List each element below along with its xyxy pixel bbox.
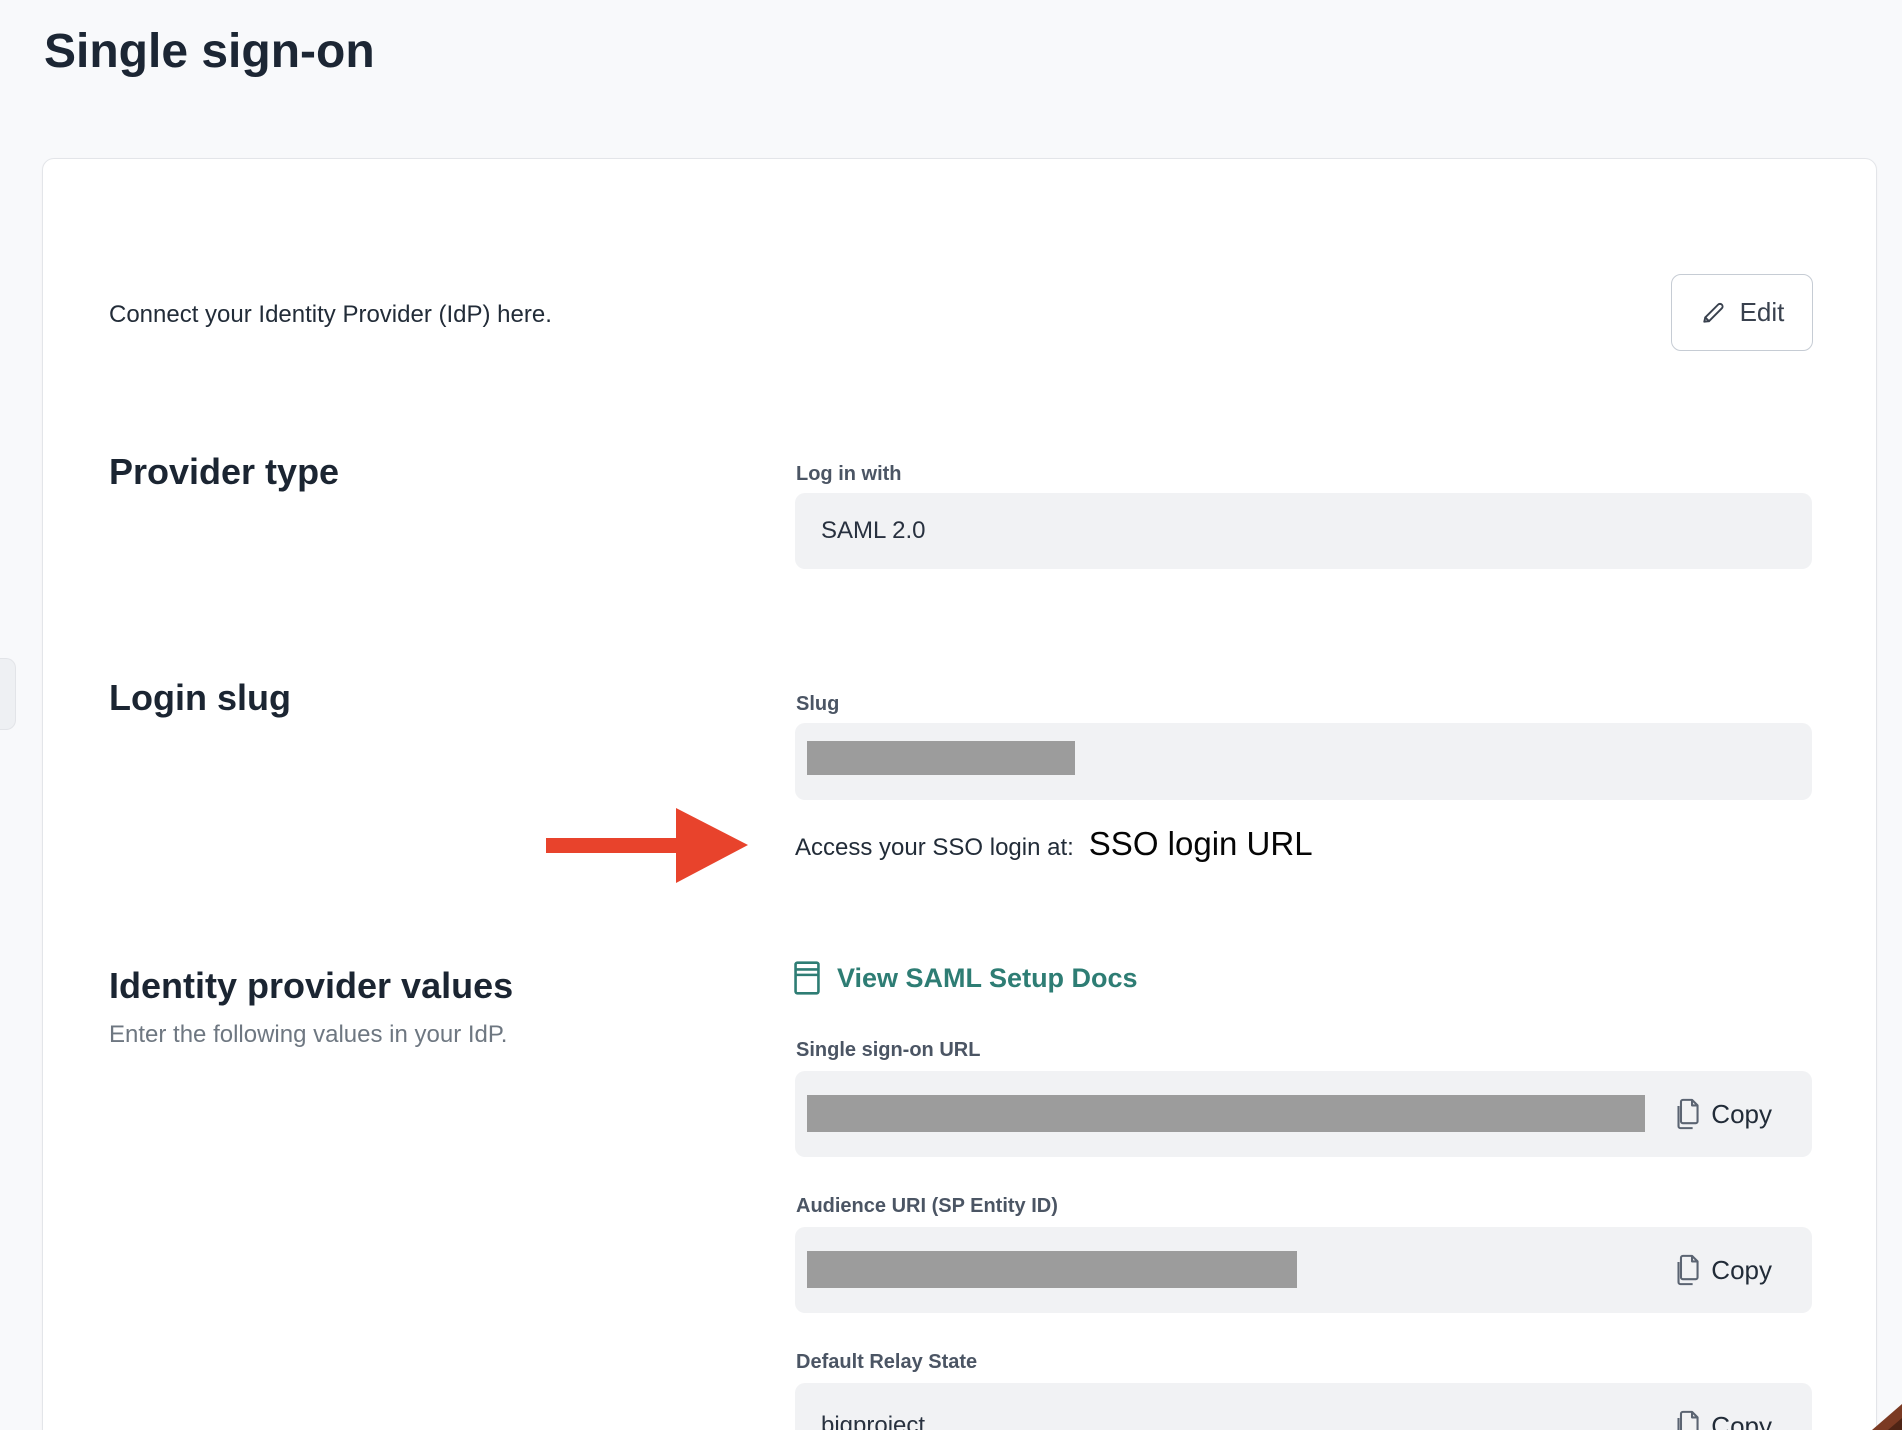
sso-url-field: Copy [795, 1071, 1812, 1157]
audience-uri-label: Audience URI (SP Entity ID) [796, 1193, 1058, 1219]
slug-field [795, 723, 1812, 800]
copy-sso-url-button[interactable]: Copy [1673, 1098, 1772, 1130]
redacted-sso-url-value [807, 1095, 1645, 1132]
section-heading-login-slug: Login slug [109, 675, 291, 721]
idp-values-subtext: Enter the following values in your IdP. [109, 1019, 507, 1051]
copy-button-label: Copy [1711, 1099, 1772, 1130]
login-with-label: Log in with [796, 461, 902, 487]
default-relay-state-field: bigproject Copy [795, 1383, 1812, 1430]
slug-label: Slug [796, 691, 839, 717]
redacted-audience-uri-value [807, 1251, 1297, 1288]
document-lines-icon [794, 961, 820, 995]
curled-corner-artifact-shadow [1888, 1418, 1902, 1430]
page-title: Single sign-on [44, 22, 375, 82]
sso-login-hint: Access your SSO login at: SSO login URL [795, 825, 1313, 863]
redacted-slug-value [807, 741, 1075, 775]
copy-button-label: Copy [1711, 1255, 1772, 1286]
copy-audience-uri-button[interactable]: Copy [1673, 1254, 1772, 1286]
pencil-icon [1700, 299, 1727, 326]
drawer-handle[interactable] [0, 658, 16, 730]
default-relay-state-value: bigproject [821, 1412, 925, 1430]
default-relay-state-label: Default Relay State [796, 1349, 977, 1375]
audience-uri-field: Copy [795, 1227, 1812, 1313]
edit-button-label: Edit [1740, 297, 1785, 328]
provider-type-value: SAML 2.0 [821, 517, 926, 545]
section-heading-idp-values: Identity provider values [109, 963, 513, 1009]
copy-pages-icon [1673, 1098, 1700, 1130]
edit-button[interactable]: Edit [1671, 274, 1813, 351]
view-saml-setup-docs-link[interactable]: View SAML Setup Docs [794, 961, 1138, 995]
annotation-arrow-shaft [546, 838, 678, 853]
annotation-arrow [546, 808, 748, 883]
sso-url-label: Single sign-on URL [796, 1037, 980, 1063]
copy-default-relay-state-button[interactable]: Copy [1673, 1410, 1772, 1430]
sso-login-hint-prefix: Access your SSO login at: [795, 834, 1074, 862]
copy-button-label: Copy [1711, 1411, 1772, 1430]
sso-login-url-annotation: SSO login URL [1089, 825, 1313, 863]
section-heading-provider-type: Provider type [109, 449, 339, 495]
sso-settings-card: Connect your Identity Provider (IdP) her… [42, 158, 1877, 1430]
view-saml-setup-docs-label: View SAML Setup Docs [837, 963, 1138, 994]
provider-type-field: SAML 2.0 [795, 493, 1812, 569]
intro-text: Connect your Identity Provider (IdP) her… [109, 299, 552, 331]
copy-pages-icon [1673, 1254, 1700, 1286]
copy-pages-icon [1673, 1410, 1700, 1430]
annotation-arrow-head [676, 808, 748, 883]
